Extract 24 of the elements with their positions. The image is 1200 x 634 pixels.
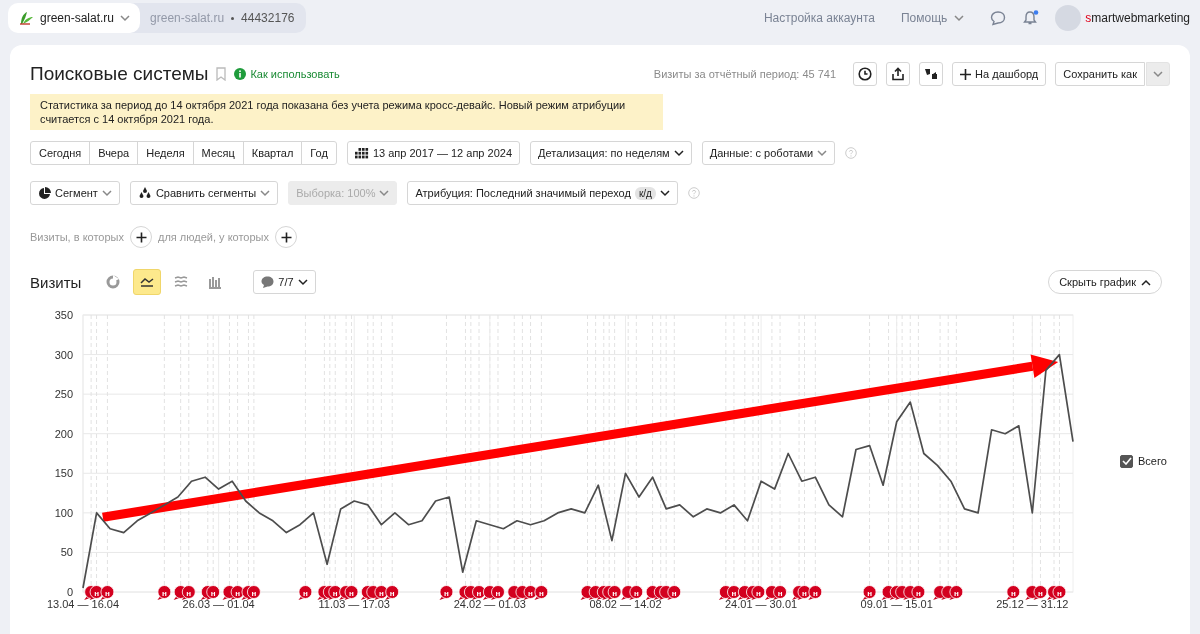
x-axis-label: 11.03 — 17.03 xyxy=(318,598,390,610)
y-axis-label: 300 xyxy=(54,348,73,361)
chart-title: Визиты xyxy=(30,273,82,291)
x-axis-label: 25.12 — 31.12 xyxy=(996,598,1069,610)
y-axis-label: 0 xyxy=(66,586,73,598)
attribution-badge: к/д xyxy=(634,186,656,200)
visits-total: Визиты за отчётный период: 45 741 xyxy=(653,68,837,80)
x-axis-label: 24.01 — 30.01 xyxy=(725,598,798,610)
x-axis-label: 26.03 — 01.04 xyxy=(182,598,255,610)
x-axis-label: 09.01 — 15.01 xyxy=(860,598,933,610)
x-axis-label: 13.04 — 16.04 xyxy=(46,598,120,610)
y-axis-label: 200 xyxy=(54,427,73,440)
y-axis-label: 100 xyxy=(54,506,73,519)
y-axis-label: 350 xyxy=(54,309,73,321)
y-axis-label: 250 xyxy=(54,388,73,401)
legend-label: Всего xyxy=(1138,455,1167,467)
filter-label: Визиты, в которых xyxy=(30,231,124,243)
y-axis-label: 50 xyxy=(60,546,73,559)
notice-banner: Статистика за период до 14 октября 2021 года показана без учета режима кросс-девайс. Новый режим атрибуции считается с 14 октября 2021 года. xyxy=(30,94,663,130)
y-axis-label: 150 xyxy=(54,467,73,480)
report-title: Поисковые системы xyxy=(30,63,209,85)
filter-label: для людей, у которых xyxy=(158,231,269,243)
x-axis-label: 24.02 — 01.03 xyxy=(453,598,526,610)
x-axis-label: 08.02 — 14.02 xyxy=(589,598,662,610)
